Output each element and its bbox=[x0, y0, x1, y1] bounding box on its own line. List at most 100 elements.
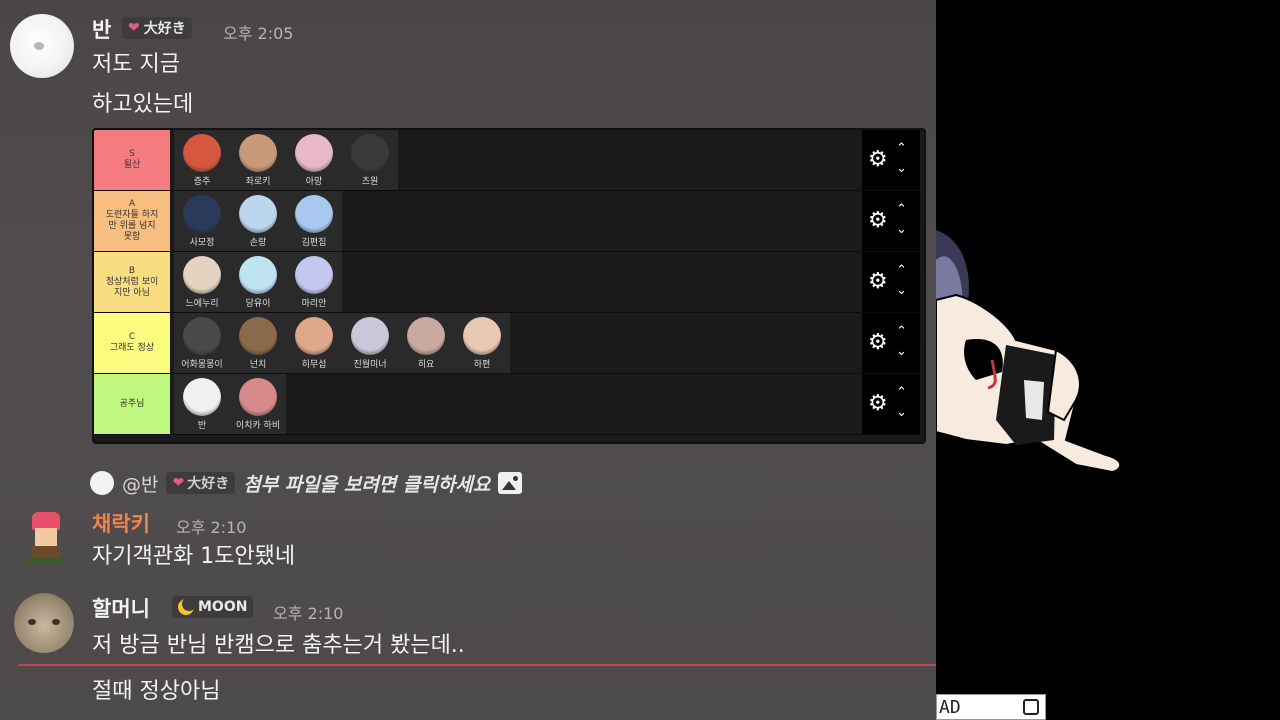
character-avatar bbox=[239, 256, 277, 294]
tier-item[interactable]: 어화몽몽이 bbox=[174, 313, 230, 373]
tier-item[interactable]: 히요 bbox=[398, 313, 454, 373]
tier-label[interactable]: S 될산 bbox=[94, 130, 170, 190]
tier-label[interactable]: 공주님 bbox=[94, 374, 170, 434]
gear-icon[interactable]: ⚙ bbox=[868, 392, 888, 416]
gear-icon[interactable]: ⚙ bbox=[868, 148, 888, 172]
tier-items: 사모정 손랑 김편집 bbox=[174, 191, 342, 251]
chevron-up-icon[interactable]: ⌃ bbox=[896, 203, 907, 216]
tier-item-name: 좌로키 bbox=[245, 177, 271, 187]
tier-item[interactable]: 진월미너 bbox=[342, 313, 398, 373]
tier-label-line: B bbox=[128, 265, 136, 276]
tier-row: A 도련자들 하지 만 위를 넘지 못함사모정 손랑 김편집 ⚙ ⌃ ⌄ bbox=[94, 191, 920, 252]
stream-overlay: AD bbox=[936, 0, 1280, 720]
message-text: 저도 지금 bbox=[92, 52, 180, 77]
heart-icon: ❤ bbox=[172, 475, 185, 491]
tier-item[interactable]: 김편집 bbox=[286, 191, 342, 251]
tier-label-line: 정상처럼 보이 bbox=[105, 276, 159, 287]
character-avatar bbox=[295, 195, 333, 233]
chevron-up-icon[interactable]: ⌃ bbox=[896, 142, 907, 155]
badge-label: MOON bbox=[198, 599, 248, 615]
tier-label-line: A bbox=[128, 199, 136, 209]
slash-icon bbox=[1023, 699, 1039, 715]
chevron-up-icon[interactable]: ⌃ bbox=[896, 325, 907, 338]
tier-item[interactable]: 넌치 bbox=[230, 313, 286, 373]
tier-item[interactable]: 아망 bbox=[286, 130, 342, 190]
tier-label-line: 그래도 정상 bbox=[109, 343, 155, 353]
character-avatar bbox=[183, 378, 221, 416]
tier-item[interactable]: 당유이 bbox=[230, 252, 286, 312]
chat-message: 반 ❤ 大好き 오후 2:05 저도 지금 하고있는데 S 될산 증주 좌로키 아망 츠원… bbox=[0, 0, 936, 460]
reply-text[interactable]: 첨부 파일을 보려면 클릭하세요 bbox=[243, 470, 490, 497]
chevron-down-icon[interactable]: ⌄ bbox=[896, 406, 907, 419]
character-avatar bbox=[183, 195, 221, 233]
chat-panel: 반 ❤ 大好き 오후 2:05 저도 지금 하고있는데 S 될산 증주 좌로키 아망 츠원… bbox=[0, 0, 936, 720]
gear-icon[interactable]: ⚙ bbox=[868, 270, 888, 294]
tier-controls: ⚙ ⌃ ⌄ bbox=[862, 191, 920, 251]
chevron-up-icon[interactable]: ⌃ bbox=[896, 264, 907, 277]
tier-item[interactable]: 좌로키 bbox=[230, 130, 286, 190]
author-name[interactable]: 채락키 bbox=[92, 508, 150, 538]
tierlist-image[interactable]: S 될산 증주 좌로키 아망 츠원 ⚙ ⌃ ⌄ A 도련자들 하지 만 위를 넘지 못함사모정 손랑 김편집… bbox=[92, 128, 926, 444]
tier-item-name: 하편 bbox=[473, 360, 491, 370]
tier-label-line: 못함 bbox=[123, 232, 141, 242]
chevron-down-icon[interactable]: ⌄ bbox=[896, 284, 907, 297]
tier-item[interactable]: 손랑 bbox=[230, 191, 286, 251]
tier-item-name: 어화몽몽이 bbox=[181, 360, 223, 370]
avatar[interactable] bbox=[14, 593, 74, 653]
chevron-up-icon[interactable]: ⌃ bbox=[896, 386, 907, 399]
tier-row: 공주님 반 이치카 하비 ⚙ ⌃ ⌄ bbox=[94, 374, 920, 435]
tier-item[interactable]: 사모정 bbox=[174, 191, 230, 251]
badge-label: 大好き bbox=[187, 476, 230, 492]
character-avatar bbox=[239, 317, 277, 355]
tier-item[interactable]: 하편 bbox=[454, 313, 510, 373]
author-name[interactable]: 반 bbox=[92, 14, 111, 44]
chevron-down-icon[interactable]: ⌄ bbox=[896, 162, 907, 175]
status-badge: MOON bbox=[172, 596, 254, 618]
character-avatar bbox=[239, 378, 277, 416]
tier-label[interactable]: B 정상처럼 보이 지만 아님 bbox=[94, 252, 170, 312]
tier-item-name: 김편집 bbox=[301, 238, 327, 248]
tier-item-name: 사모정 bbox=[189, 238, 215, 248]
tier-item[interactable]: 마리안 bbox=[286, 252, 342, 312]
character-avatar bbox=[183, 256, 221, 294]
tier-item[interactable]: 이치카 하비 bbox=[230, 374, 286, 434]
tier-item[interactable]: 느에누리 bbox=[174, 252, 230, 312]
overlay-badge: AD bbox=[936, 694, 1046, 720]
gear-icon[interactable]: ⚙ bbox=[868, 209, 888, 233]
chevron-down-icon[interactable]: ⌄ bbox=[896, 345, 907, 358]
chat-message: 할머니 MOON 오후 2:10 저 방금 반님 반캠으로 춤추는거 봤는데..… bbox=[0, 585, 936, 720]
tier-items: 반 이치카 하비 bbox=[174, 374, 286, 434]
status-badge: ❤ 大好き bbox=[122, 17, 192, 39]
message-text: 저 방금 반님 반캠으로 춤추는거 봤는데.. bbox=[92, 633, 465, 658]
tier-item-name: 츠원 bbox=[361, 177, 379, 187]
tier-row: B 정상처럼 보이 지만 아님 느에누리 당유이 마리안 ⚙ ⌃ ⌄ bbox=[94, 252, 920, 313]
tier-controls: ⚙ ⌃ ⌄ bbox=[862, 374, 920, 434]
tier-label-line: 도련자들 하지 bbox=[105, 210, 159, 220]
tier-label-line: 공주님 bbox=[119, 398, 145, 409]
tier-item[interactable]: 히무섭 bbox=[286, 313, 342, 373]
tier-items: 증주 좌로키 아망 츠원 bbox=[174, 130, 398, 190]
tier-label[interactable]: C 그래도 정상 bbox=[94, 313, 170, 373]
tier-item[interactable]: 반 bbox=[174, 374, 230, 434]
tier-items: 어화몽몽이 넌치 히무섭 진월미너 히요 하편 bbox=[174, 313, 510, 373]
reply-mention[interactable]: @반 bbox=[122, 470, 158, 497]
tier-item-name: 아망 bbox=[305, 177, 323, 187]
gear-icon[interactable]: ⚙ bbox=[868, 331, 888, 355]
tier-row: S 될산 증주 좌로키 아망 츠원 ⚙ ⌃ ⌄ bbox=[94, 130, 920, 191]
tier-item[interactable]: 증주 bbox=[174, 130, 230, 190]
character-avatar bbox=[407, 317, 445, 355]
avatar[interactable] bbox=[10, 14, 74, 78]
tier-label-line: 지만 아님 bbox=[114, 287, 150, 298]
reply-preview[interactable]: @반 ❤ 大好き 첨부 파일을 보려면 클릭하세요 bbox=[90, 470, 523, 497]
message-text: 자기객관화 1도안됐네 bbox=[92, 544, 296, 569]
chevron-down-icon[interactable]: ⌄ bbox=[896, 223, 907, 236]
avatar[interactable] bbox=[22, 510, 70, 566]
tier-label[interactable]: A 도련자들 하지 만 위를 넘지 못함 bbox=[94, 191, 170, 251]
tier-item[interactable]: 츠원 bbox=[342, 130, 398, 190]
character-avatar bbox=[239, 134, 277, 172]
tier-row: C 그래도 정상어화몽몽이 넌치 히무섭 진월미너 히요 하편 ⚙ ⌃ ⌄ bbox=[94, 313, 920, 374]
image-icon bbox=[498, 472, 523, 494]
author-name[interactable]: 할머니 bbox=[92, 593, 150, 623]
tier-item-name: 반 bbox=[197, 421, 207, 431]
timestamp: 오후 2:10 bbox=[176, 518, 247, 537]
